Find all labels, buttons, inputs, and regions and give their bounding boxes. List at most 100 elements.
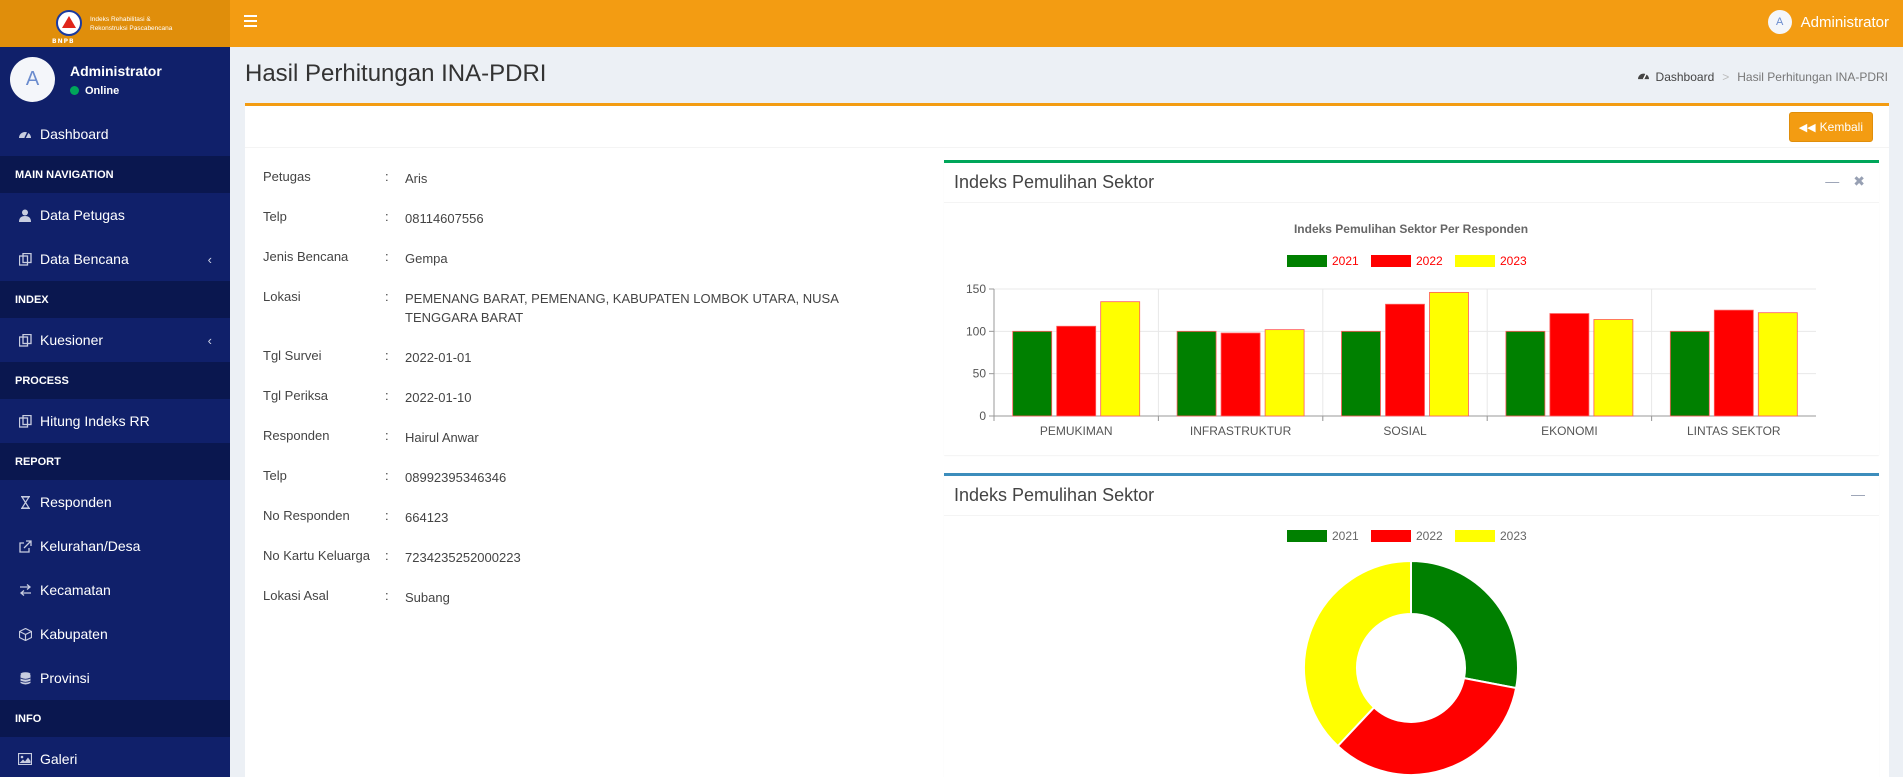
detail-value: Aris: [405, 171, 428, 186]
legend-label: 2023: [1500, 254, 1527, 268]
detail-colon: :: [385, 289, 389, 304]
legend-swatch: [1287, 255, 1327, 267]
detail-label: No Responden: [263, 508, 350, 523]
detail-colon: :: [385, 508, 389, 523]
detail-value: Hairul Anwar: [405, 430, 479, 445]
bar: [1385, 303, 1425, 417]
legend-label: 2022: [1416, 529, 1443, 543]
detail-row: No Kartu Keluarga: 7234235252000223: [263, 548, 885, 567]
bar: [1713, 309, 1754, 417]
detail-row: Lokasi Asal: Subang: [263, 588, 885, 607]
bar: [1669, 330, 1710, 417]
detail-colon: :: [385, 548, 389, 563]
sidebar-item-kuesioner[interactable]: Kuesioner ‹: [0, 318, 230, 362]
detail-row: Telp: 08992395346346: [263, 468, 885, 487]
copy-icon: [18, 333, 32, 347]
minus-icon[interactable]: —: [1825, 173, 1839, 190]
detail-colon: :: [385, 169, 389, 184]
sidebar-item-provinsi[interactable]: Provinsi: [0, 656, 230, 700]
sidebar-item-responden[interactable]: Responden: [0, 480, 230, 524]
bar: [1549, 313, 1590, 417]
detail-label: Tgl Survei: [263, 348, 322, 363]
panel-title: Indeks Pemulihan Sektor: [954, 485, 1155, 505]
user-menu[interactable]: A Administrator: [1767, 10, 1889, 34]
chart-title: Indeks Pemulihan Sektor Per Responden: [1294, 222, 1528, 236]
detail-value: 2022-01-01: [405, 350, 472, 365]
x-tick-label: INFRASTRUKTUR: [1190, 424, 1292, 438]
y-tick-label: 0: [979, 409, 986, 423]
bar: [1012, 330, 1053, 417]
legend-swatch: [1371, 530, 1411, 542]
sidebar-item-kabupaten[interactable]: Kabupaten: [0, 612, 230, 656]
detail-row: No Responden: 664123: [263, 508, 885, 527]
panel-title: Indeks Pemulihan Sektor: [954, 172, 1155, 192]
y-tick-label: 100: [966, 324, 986, 338]
logo[interactable]: BNPB Indeks Rehabilitasi & Rekonstruksi …: [0, 0, 230, 47]
doughnut-chart: 2021 2022 2023: [1287, 529, 1527, 776]
copy-icon: [18, 252, 32, 266]
detail-label: Jenis Bencana: [263, 249, 349, 264]
dashboard-gauge-icon: [18, 127, 32, 141]
bar-chart-panel: Indeks Pemulihan Sektor — ✖ Indeks Pemul…: [944, 160, 1879, 455]
back-button[interactable]: ◀◀ Kembali: [1788, 112, 1873, 142]
detail-colon: :: [385, 348, 389, 363]
menu-header-info: INFO: [0, 700, 230, 737]
legend-label: 2022: [1416, 254, 1443, 268]
legend-swatch: [1371, 255, 1411, 267]
detail-label: Telp: [263, 468, 287, 483]
detail-value: 664123: [405, 510, 449, 525]
hourglass-icon: [18, 495, 32, 509]
avatar: A: [1767, 10, 1792, 34]
user-icon: [18, 208, 32, 222]
copy-icon: [18, 414, 32, 428]
avatar: A: [10, 57, 55, 102]
menu-header-main: MAIN NAVIGATION: [0, 156, 230, 193]
detail-value: 7234235252000223: [405, 550, 521, 565]
bar: [1176, 330, 1217, 417]
box-toolbar: ◀◀ Kembali: [245, 106, 1889, 148]
sidebar-item-kecamatan[interactable]: Kecamatan: [0, 568, 230, 612]
sidebar-item-data-petugas[interactable]: Data Petugas: [0, 193, 230, 237]
menu-header-index: INDEX: [0, 281, 230, 318]
sidebar-toggle-icon[interactable]: [244, 15, 257, 27]
close-icon[interactable]: ✖: [1853, 173, 1865, 190]
detail-label: Lokasi Asal: [263, 588, 329, 603]
detail-colon: :: [385, 249, 389, 264]
detail-row: Responden: Hairul Anwar: [263, 428, 885, 447]
bnpb-emblem-icon: BNPB: [52, 9, 84, 45]
bar: [1264, 329, 1305, 417]
bar: [1593, 319, 1634, 417]
sidebar-item-galeri[interactable]: Galeri: [0, 737, 230, 777]
sidebar-item-dashboard[interactable]: Dashboard: [0, 112, 230, 156]
breadcrumb-current: Hasil Perhitungan INA-PDRI: [1737, 70, 1888, 84]
breadcrumb-home-link[interactable]: Dashboard: [1656, 70, 1715, 84]
chevron-left-icon: ‹: [207, 333, 212, 348]
detail-label: Tgl Periksa: [263, 388, 329, 403]
detail-row: Jenis Bencana: Gempa: [263, 249, 885, 268]
detail-row: Tgl Survei: 2022-01-01: [263, 348, 885, 367]
fast-backward-icon: ◀◀: [1798, 121, 1816, 134]
legend-swatch: [1287, 530, 1327, 542]
legend-label: 2023: [1500, 529, 1527, 543]
detail-label: Responden: [263, 428, 330, 443]
y-tick-label: 50: [973, 367, 987, 381]
sidebar-item-data-bencana[interactable]: Data Bencana ‹: [0, 237, 230, 281]
detail-row: Telp: 08114607556: [263, 209, 885, 228]
bar: [1429, 291, 1469, 417]
detail-colon: :: [385, 588, 389, 603]
detail-value: Gempa: [405, 251, 448, 266]
legend-label: 2021: [1332, 254, 1359, 268]
pie-chart-panel: Indeks Pemulihan Sektor — 2021 2022 2023: [944, 473, 1879, 777]
x-tick-label: PEMUKIMAN: [1040, 424, 1113, 438]
sidebar-item-hitung-indeks[interactable]: Hitung Indeks RR: [0, 399, 230, 443]
detail-label: No Kartu Keluarga: [263, 548, 370, 563]
bar-chart: Indeks Pemulihan Sektor Per Responden 202…: [966, 222, 1816, 438]
detail-colon: :: [385, 388, 389, 403]
minus-icon[interactable]: —: [1851, 486, 1865, 502]
bar: [1757, 312, 1798, 417]
detail-list: Petugas: Aris Telp: 08114607556 Jenis Bencan…: [263, 169, 885, 628]
detail-value: 2022-01-10: [405, 390, 472, 405]
chevron-left-icon: ‹: [207, 252, 212, 267]
sidebar-item-kelurahan[interactable]: Kelurahan/Desa: [0, 524, 230, 568]
exchange-icon: [18, 583, 32, 597]
